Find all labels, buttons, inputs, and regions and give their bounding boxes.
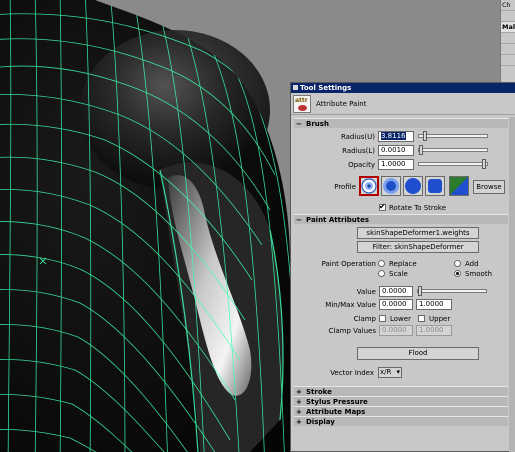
rotate-to-stroke-checkbox[interactable] [379,202,386,211]
radio-replace-label: Replace [389,260,417,268]
profile-square-button[interactable] [425,176,445,196]
radius-l-label: Radius(L) [342,147,375,155]
value-field[interactable]: 0.0000 [379,286,413,297]
min-value-field[interactable]: 0.0000 [379,299,413,310]
radio-add-label: Add [465,260,479,268]
rotate-to-stroke-label: Rotate To Stroke [389,204,447,212]
radio-smooth-label: Smooth [465,270,493,278]
image-brush-icon [450,177,468,195]
opacity-label: Opacity [348,161,375,169]
profile-soft-button[interactable] [381,176,401,196]
paint-operation-label: Paint Operation [321,260,376,268]
section-label: Brush [306,120,329,128]
radio-add[interactable] [454,260,461,267]
slider-thumb[interactable] [423,131,427,141]
value-label: Value [356,288,376,296]
clamp-values-label: Clamp Values [328,327,376,335]
opacity-field[interactable]: 1.0000 [378,159,414,170]
radio-scale[interactable] [378,270,385,277]
radius-l-field[interactable]: 0.0010 [378,145,414,156]
profile-label: Profile [334,183,356,191]
gaussian-brush-icon [361,178,377,194]
square-brush-icon [428,179,442,193]
value-slider[interactable] [417,286,487,296]
clamp-max-field: 1.0000 [416,325,452,336]
radio-scale-label: Scale [389,270,408,278]
radio-replace[interactable] [378,260,385,267]
opacity-slider[interactable] [418,159,488,169]
tool-settings-content: − Brush Radius(U) 3.8116 Radius(L) 0.001… [0,0,515,452]
radius-u-field[interactable]: 3.8116 [378,131,414,142]
max-value-field[interactable]: 1.0000 [416,299,452,310]
section-stroke[interactable]: + Stroke [294,386,508,396]
section-label: Display [306,418,335,426]
profile-gaussian-button[interactable] [359,176,379,196]
expand-toggle-icon[interactable]: + [296,417,302,427]
attribute-selector-button[interactable]: skinShapeDeformer1.weights [357,227,479,239]
radius-u-slider[interactable] [418,131,488,141]
vector-index-label: Vector Index [330,369,374,377]
section-label: Stylus Pressure [306,398,368,406]
clamp-lower-checkbox[interactable] [379,315,386,322]
section-label: Attribute Maps [306,408,366,416]
section-attribute-maps[interactable]: + Attribute Maps [294,406,508,416]
clamp-upper-label: Upper [429,315,451,323]
collapse-toggle-icon[interactable]: − [296,119,302,129]
filter-button[interactable]: Filter: skinShapeDeformer [357,241,479,253]
section-label: Stroke [306,388,332,396]
collapse-toggle-icon[interactable]: − [296,215,302,225]
slider-thumb[interactable] [418,286,422,296]
clamp-upper-checkbox[interactable] [418,315,425,322]
section-paint-attributes[interactable]: − Paint Attributes [294,214,508,224]
flood-button[interactable]: Flood [357,347,479,360]
profile-image-button[interactable] [449,176,469,196]
slider-thumb[interactable] [419,145,423,155]
min-max-label: Min/Max Value [325,301,376,309]
vector-index-dropdown[interactable]: x/R [378,367,402,378]
solid-brush-icon [405,178,421,194]
clamp-label: Clamp [353,315,376,323]
section-brush[interactable]: − Brush [294,118,508,128]
clamp-min-field: 0.0000 [379,325,413,336]
radius-u-label: Radius(U) [340,133,375,141]
profile-solid-button[interactable] [403,176,423,196]
radio-smooth[interactable] [454,270,461,277]
slider-thumb[interactable] [482,159,486,169]
section-display[interactable]: + Display [294,416,508,426]
soft-brush-icon [383,178,399,194]
clamp-lower-label: Lower [390,315,411,323]
browse-button[interactable]: Browse [473,180,505,194]
section-label: Paint Attributes [306,216,370,224]
radius-l-slider[interactable] [418,145,488,155]
section-stylus-pressure[interactable]: + Stylus Pressure [294,396,508,406]
